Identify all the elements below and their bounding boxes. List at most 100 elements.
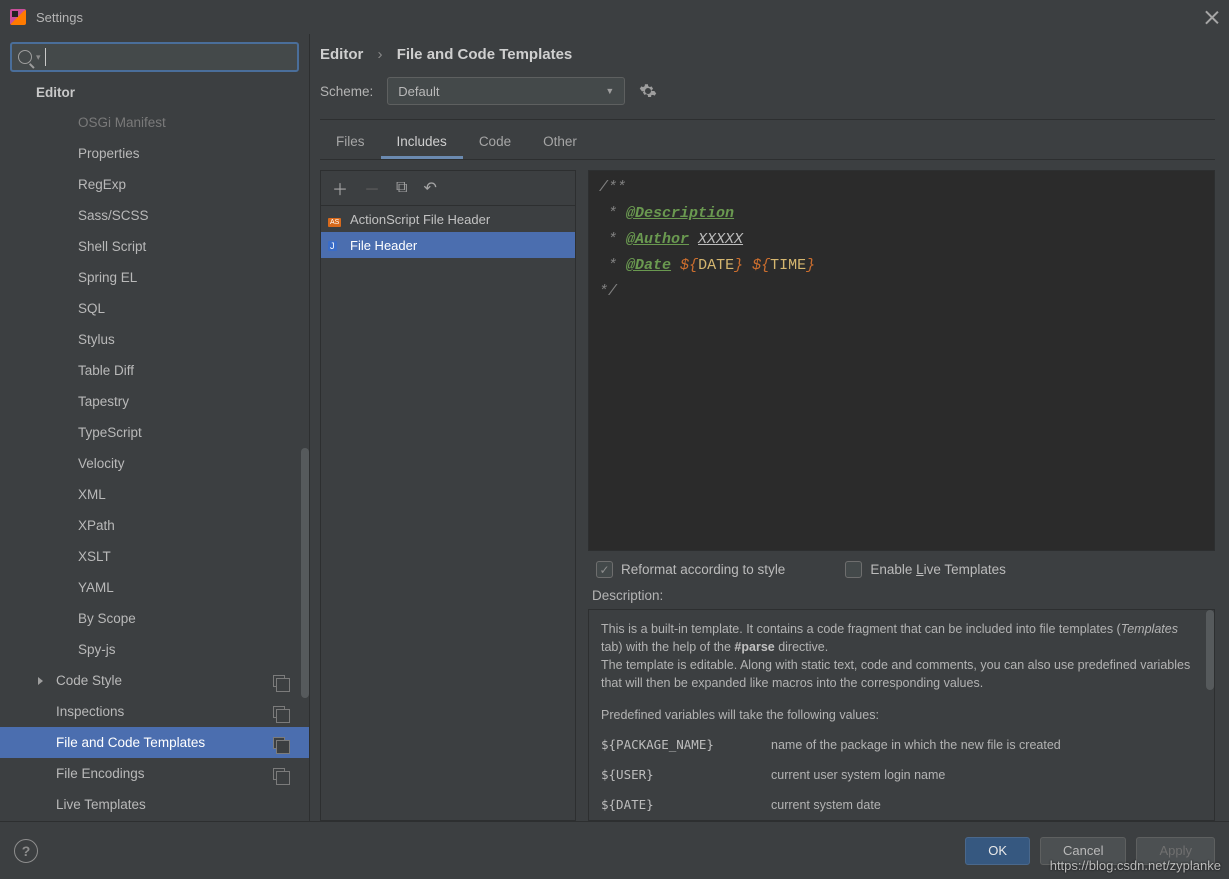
app-logo-icon — [10, 9, 26, 25]
description-subhead: Predefined variables will take the follo… — [601, 706, 1202, 724]
main-panel: Editor › File and Code Templates Scheme:… — [310, 34, 1229, 821]
var-name: ${DATE} — [601, 796, 771, 814]
var-row: ${USER} current user system login name — [601, 766, 1202, 784]
code-brace: } — [806, 257, 815, 274]
checkbox-label: Enable Live Templates — [870, 562, 1006, 577]
template-item[interactable]: ActionScript File Header — [321, 206, 575, 232]
file-icon — [328, 237, 344, 253]
reformat-checkbox[interactable]: Reformat according to style — [596, 561, 785, 578]
tree-item-file-encodings[interactable]: File Encodings — [0, 758, 309, 789]
tree-item[interactable]: XML — [0, 479, 309, 510]
tab-includes[interactable]: Includes — [381, 122, 463, 159]
description-text: This is a built-in template. It contains… — [601, 620, 1202, 692]
tree-item-label: Code Style — [56, 673, 122, 688]
tree-item[interactable]: Velocity — [0, 448, 309, 479]
settings-tree: Editor OSGi Manifest Properties RegExp S… — [0, 78, 309, 821]
template-item[interactable]: File Header — [321, 232, 575, 258]
tab-code[interactable]: Code — [463, 122, 527, 159]
tree-item[interactable]: RegExp — [0, 169, 309, 200]
tree-item[interactable]: Tapestry — [0, 386, 309, 417]
template-item-label: ActionScript File Header — [350, 212, 490, 227]
copy-icon — [273, 675, 285, 687]
tree-item-label: Inspections — [56, 704, 124, 719]
tab-files[interactable]: Files — [320, 122, 381, 159]
breadcrumb-separator-icon: › — [368, 46, 393, 63]
checkbox-icon — [845, 561, 862, 578]
tree-item[interactable]: YAML — [0, 572, 309, 603]
tree-item[interactable]: SQL — [0, 293, 309, 324]
var-row: ${DATE} current system date — [601, 796, 1202, 814]
tree-item[interactable]: Sass/SCSS — [0, 200, 309, 231]
tabs: Files Includes Code Other — [320, 122, 1215, 160]
scheme-select[interactable]: Default ▼ — [387, 77, 625, 105]
var-desc: current system date — [771, 796, 881, 814]
search-field[interactable] — [46, 50, 291, 65]
template-list: ＋ － ⧉ ↶ ActionScript File Header File He… — [320, 170, 576, 821]
scrollbar-thumb[interactable] — [1206, 610, 1214, 690]
help-icon[interactable]: ? — [14, 839, 38, 863]
tree-item[interactable]: TypeScript — [0, 417, 309, 448]
code-var: TIME — [770, 257, 806, 274]
var-name: ${PACKAGE_NAME} — [601, 736, 771, 754]
template-toolbar: ＋ － ⧉ ↶ — [321, 171, 575, 206]
gear-icon[interactable] — [639, 82, 657, 100]
template-item-label: File Header — [350, 238, 417, 253]
tree-item[interactable]: Properties — [0, 138, 309, 169]
revert-icon[interactable]: ↶ — [423, 178, 436, 198]
tree-item[interactable]: By Scope — [0, 603, 309, 634]
code-pane: /** * @Description * @Author XXXXX * @Da… — [588, 170, 1215, 821]
tree-item-label: Live Templates — [56, 797, 146, 812]
scrollbar-thumb[interactable] — [301, 448, 309, 698]
copy-icon[interactable]: ⧉ — [396, 179, 407, 197]
search-input[interactable]: ▾ — [10, 42, 299, 72]
checkbox-label: Reformat according to style — [621, 562, 785, 577]
checkbox-icon — [596, 561, 613, 578]
search-icon — [18, 50, 32, 64]
tree-item[interactable]: XPath — [0, 510, 309, 541]
tree-item[interactable]: OSGi Manifest — [0, 107, 309, 138]
code-editor[interactable]: /** * @Description * @Author XXXXX * @Da… — [588, 170, 1215, 551]
code-text: XXXXX — [698, 231, 743, 248]
copy-icon — [273, 768, 285, 780]
tree-item[interactable]: Stylus — [0, 324, 309, 355]
tree-item-code-style[interactable]: Code Style — [0, 665, 309, 696]
code-brace: ${ — [752, 257, 770, 274]
code-tag: @Description — [626, 205, 734, 222]
code-text: * — [599, 231, 626, 248]
tree-item-inspections[interactable]: Inspections — [0, 696, 309, 727]
tab-other[interactable]: Other — [527, 122, 593, 159]
copy-icon — [273, 706, 285, 718]
tree-item-file-templates[interactable]: File and Code Templates — [0, 727, 309, 758]
description-box: This is a built-in template. It contains… — [588, 609, 1215, 821]
description-label: Description: — [588, 584, 1215, 609]
tree-item[interactable]: Table Diff — [0, 355, 309, 386]
remove-icon: － — [364, 176, 380, 200]
add-icon[interactable]: ＋ — [332, 176, 348, 200]
chevron-down-icon: ▼ — [605, 86, 614, 96]
tree-item-label: File Encodings — [56, 766, 145, 781]
tree-item[interactable]: Spring EL — [0, 262, 309, 293]
tree-item[interactable]: Shell Script — [0, 231, 309, 262]
var-name: ${USER} — [601, 766, 771, 784]
tree-item[interactable]: Spy-js — [0, 634, 309, 665]
enable-live-templates-checkbox[interactable]: Enable Live Templates — [845, 561, 1006, 578]
file-icon — [328, 211, 344, 227]
tree-item-label: File and Code Templates — [56, 735, 205, 750]
breadcrumb: Editor › File and Code Templates — [320, 34, 1215, 77]
scheme-label: Scheme: — [320, 84, 373, 99]
watermark: https://blog.csdn.net/zyplanke — [1050, 858, 1221, 873]
tree-item[interactable]: XSLT — [0, 541, 309, 572]
chevron-down-icon: ▾ — [36, 52, 41, 63]
var-desc: current user system login name — [771, 766, 945, 784]
scheme-value: Default — [398, 84, 439, 99]
breadcrumb-current: File and Code Templates — [397, 46, 573, 63]
code-text: /** — [599, 179, 626, 196]
tree-item-live-templates[interactable]: Live Templates — [0, 789, 309, 820]
ok-button[interactable]: OK — [965, 837, 1030, 865]
tree-section-editor[interactable]: Editor — [0, 78, 309, 107]
breadcrumb-editor[interactable]: Editor — [320, 46, 363, 63]
close-icon[interactable] — [1205, 10, 1219, 24]
code-brace: } — [734, 257, 743, 274]
titlebar: Settings — [0, 0, 1229, 34]
var-desc: name of the package in which the new fil… — [771, 736, 1061, 754]
